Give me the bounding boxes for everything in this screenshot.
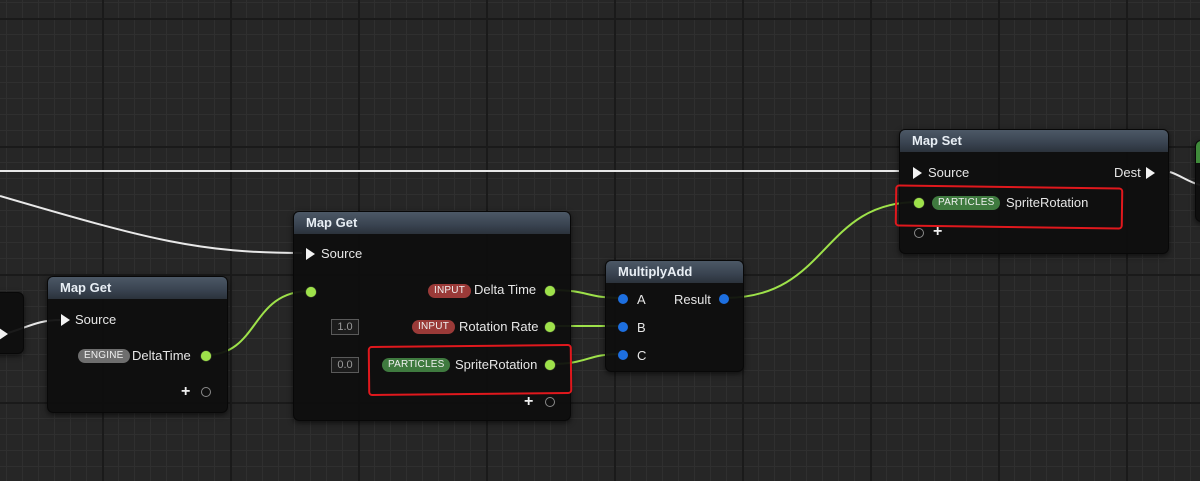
vector-output-pin[interactable] xyxy=(719,294,729,304)
multiply-add-node[interactable]: MultiplyAdd A Result B C xyxy=(605,260,744,372)
partial-node-right[interactable] xyxy=(1195,140,1200,222)
float-output-pin[interactable] xyxy=(545,322,555,332)
node-title: Map Get xyxy=(294,212,570,234)
exec-wire-map-get-source xyxy=(0,195,303,254)
highlight-map-set-sprite-rotation xyxy=(894,184,1124,230)
float-wire-result xyxy=(723,201,919,299)
vector-input-pin-c[interactable] xyxy=(618,350,628,360)
node-title: Map Get xyxy=(48,277,227,299)
exec-arrow-icon[interactable] xyxy=(306,248,315,260)
output-pin-label: Rotation Rate xyxy=(459,319,539,334)
exec-arrow-icon[interactable] xyxy=(913,167,922,179)
exec-arrow-icon[interactable] xyxy=(1146,167,1155,179)
input-pin-label-a: A xyxy=(637,292,646,307)
float-input-pin[interactable] xyxy=(306,287,316,297)
plus-icon[interactable]: + xyxy=(181,384,190,400)
node-title: MultiplyAdd xyxy=(606,261,743,283)
default-value-box[interactable]: 1.0 xyxy=(331,319,359,335)
float-output-pin[interactable] xyxy=(201,351,211,361)
add-pin-circle[interactable] xyxy=(545,397,555,407)
float-output-pin[interactable] xyxy=(545,286,555,296)
vector-input-pin-a[interactable] xyxy=(618,294,628,304)
exec-arrow-icon[interactable] xyxy=(0,328,8,340)
node-title: Map Set xyxy=(900,130,1168,152)
partial-node-left[interactable] xyxy=(0,292,24,354)
source-pin-label: Source xyxy=(321,246,363,261)
input-pin-label-b: B xyxy=(637,320,646,335)
add-pin-circle[interactable] xyxy=(201,387,211,397)
default-value-box[interactable]: 0.0 xyxy=(331,357,359,373)
dest-pin-label: Dest xyxy=(1114,165,1141,180)
exec-arrow-icon[interactable] xyxy=(61,314,70,326)
plus-icon[interactable]: + xyxy=(933,224,942,240)
namespace-badge: INPUT xyxy=(428,284,471,298)
source-pin-label: Source xyxy=(75,312,117,327)
vector-input-pin-b[interactable] xyxy=(618,322,628,332)
output-pin-label: DeltaTime xyxy=(132,348,191,363)
namespace-badge: ENGINE xyxy=(78,349,130,363)
plus-icon[interactable]: + xyxy=(524,394,533,410)
highlight-map-get-sprite-rotation xyxy=(367,343,573,397)
source-pin-label: Source xyxy=(928,165,970,180)
input-pin-label-c: C xyxy=(637,348,647,363)
output-pin-label: Delta Time xyxy=(474,282,537,297)
result-pin-label: Result xyxy=(674,292,711,307)
node-header-green xyxy=(1196,141,1200,163)
map-get-engine-node[interactable]: Map Get Source ENGINE DeltaTime + xyxy=(47,276,228,413)
namespace-badge: INPUT xyxy=(412,320,455,334)
add-pin-circle[interactable] xyxy=(914,228,924,238)
